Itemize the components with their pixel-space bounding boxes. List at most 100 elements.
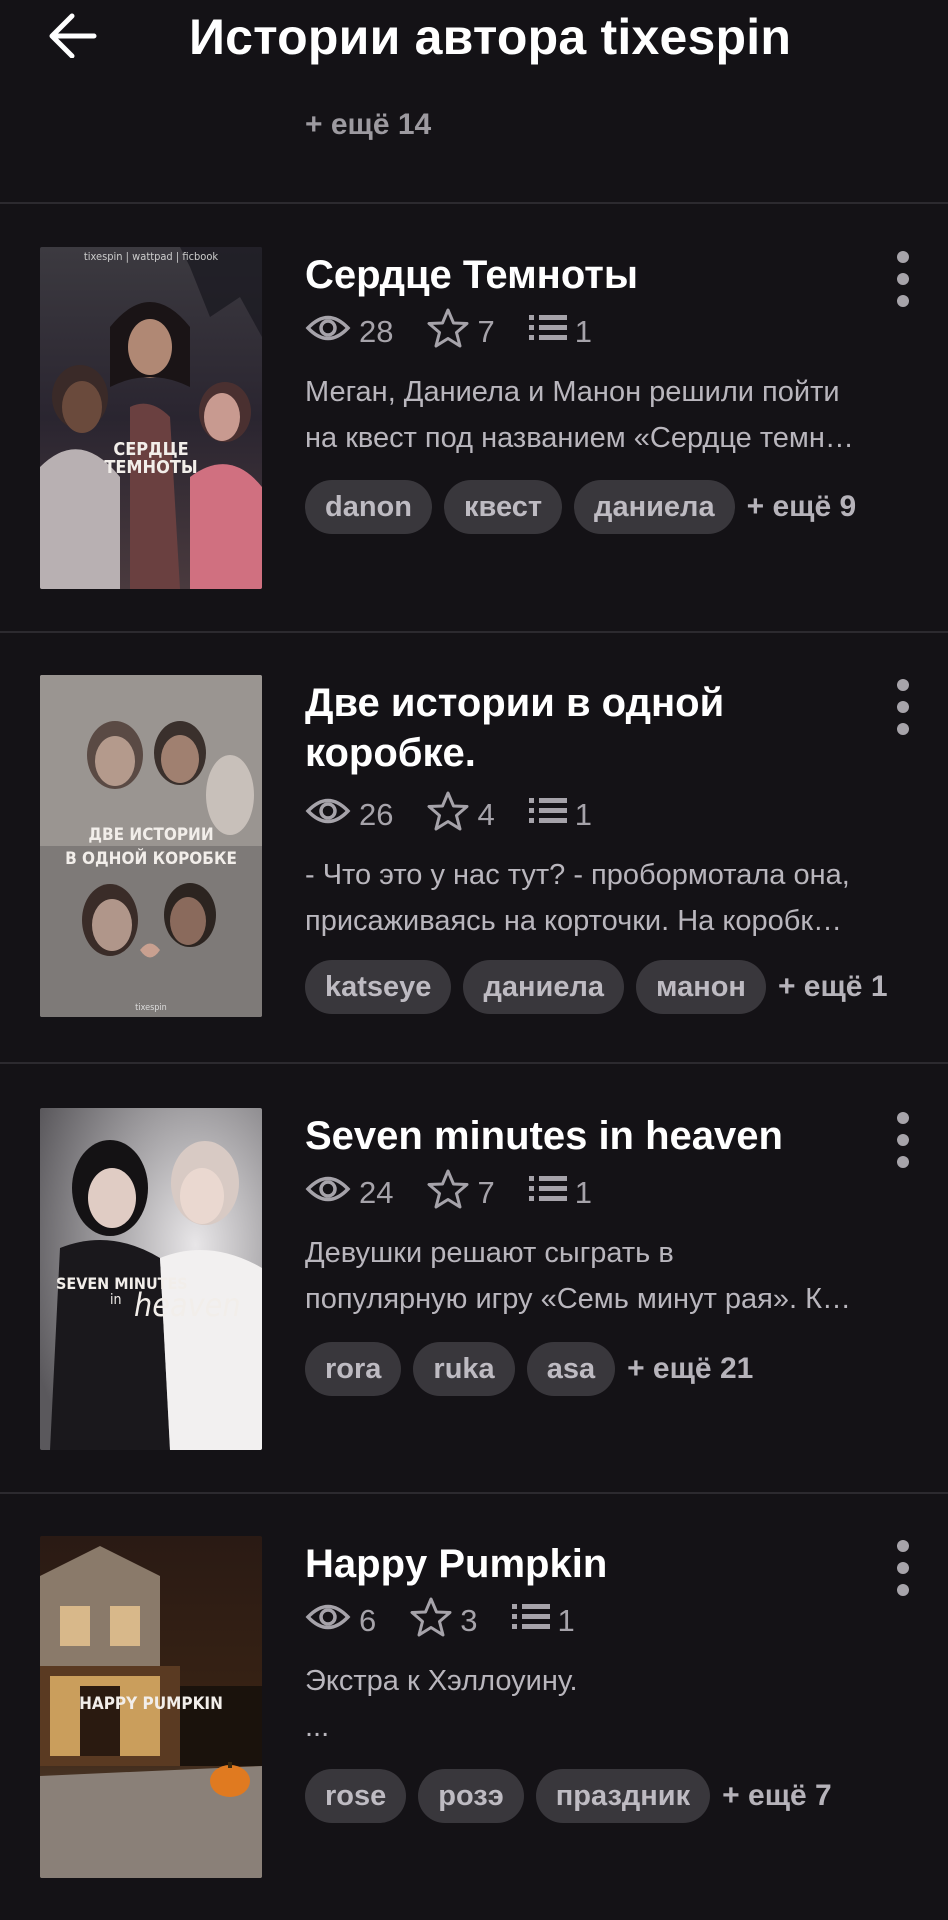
story-stats: 26 4 1 (305, 791, 626, 836)
description-line: Меган, Даниела и Манон решили пойти (305, 376, 840, 408)
tag-chip[interactable]: rora (305, 1342, 402, 1396)
chapters-count: 1 (574, 797, 592, 832)
story-card[interactable]: HAPPY PUMPKIN Happy Pumpkin 6 3 1 Экстра… (0, 1491, 948, 1919)
description-line: присаживаясь на корточки. На коробк… (305, 905, 843, 937)
show-more-link[interactable]: + ещё 14 (305, 108, 431, 142)
menu-dot (897, 1562, 909, 1574)
stars-stat: 4 (427, 791, 495, 839)
tag-chip[interactable]: katseye (305, 960, 452, 1014)
menu-dot (897, 295, 909, 307)
cover-title-text: HAPPY PUMPKIN (79, 1694, 223, 1714)
story-card[interactable]: ДВЕ ИСТОРИИ В ОДНОЙ КОРОБКЕ tixespin Две… (0, 630, 948, 1058)
story-card[interactable]: tixespin | wattpad | ficbook СЕРДЦЕ ТЕМН… (0, 202, 948, 630)
story-stats: 28 7 1 (305, 308, 626, 353)
story-cover-image[interactable]: ДВЕ ИСТОРИИ В ОДНОЙ КОРОБКЕ tixespin (40, 675, 262, 1017)
story-title[interactable]: Сердце Темноты (305, 250, 885, 300)
menu-dot (897, 251, 909, 263)
star-icon (427, 308, 469, 356)
more-tags-link[interactable]: + ещё 7 (722, 1779, 832, 1813)
stars-count: 7 (477, 1175, 495, 1210)
cover-line: ДВЕ ИСТОРИИ (88, 825, 214, 845)
more-tags-link[interactable]: + ещё 21 (627, 1352, 753, 1386)
app-header: Истории автора tixespin (0, 0, 948, 72)
tag-chip[interactable]: квест (444, 480, 563, 534)
tag-list: katseye даниела манон + ещё 1 (305, 960, 888, 1014)
chapters-stat: 1 (528, 796, 592, 834)
tag-chip[interactable]: asa (526, 1342, 616, 1396)
views-stat: 26 (305, 794, 393, 836)
menu-dot (897, 1540, 909, 1552)
cover-line: in (110, 1292, 122, 1308)
menu-dot (897, 273, 909, 285)
star-icon (410, 1597, 452, 1645)
tag-chip[interactable]: праздник (535, 1769, 711, 1823)
list-icon (511, 1602, 550, 1640)
menu-dot (897, 1112, 909, 1124)
page-title: Истории автора tixespin (189, 9, 792, 65)
views-count: 24 (359, 1175, 394, 1210)
story-card[interactable]: SEVEN MINUTES in heaven Seven minutes in… (0, 1063, 948, 1491)
story-description: Меган, Даниела и Манон решили пойти на к… (305, 369, 915, 461)
views-count: 26 (359, 797, 394, 832)
chapters-count: 1 (557, 1603, 575, 1638)
story-title[interactable]: Две истории в одной коробке. (305, 678, 885, 778)
menu-dot (897, 1156, 909, 1168)
story-stats: 24 7 1 (305, 1169, 626, 1214)
story-cover-image[interactable]: SEVEN MINUTES in heaven (40, 1108, 262, 1450)
eye-icon (305, 794, 351, 836)
story-title[interactable]: Seven minutes in heaven (305, 1111, 885, 1161)
more-options-icon[interactable] (888, 1539, 918, 1597)
story-title[interactable]: Happy Pumpkin (305, 1539, 885, 1589)
tag-chip[interactable]: манон (636, 960, 766, 1014)
description-line: Девушки решают сыграть в (305, 1237, 674, 1269)
story-description: - Что это у нас тут? - пробормотала она,… (305, 852, 915, 944)
description-line: ... (305, 1711, 330, 1743)
chapters-count: 1 (574, 1175, 592, 1210)
list-icon (528, 1174, 567, 1212)
list-icon (528, 796, 567, 834)
menu-dot (897, 1584, 909, 1596)
chapters-stat: 1 (528, 313, 592, 351)
description-line: - Что это у нас тут? - пробормотала она, (305, 859, 850, 891)
story-description: Девушки решают сыграть в популярную игру… (305, 1230, 915, 1322)
cover-title-text: ДВЕ ИСТОРИИ В ОДНОЙ КОРОБКЕ (40, 823, 262, 871)
more-options-icon[interactable] (888, 250, 918, 308)
story-cover-image[interactable]: HAPPY PUMPKIN (40, 1536, 262, 1878)
back-arrow-icon[interactable] (44, 10, 100, 59)
views-stat: 28 (305, 311, 393, 353)
tag-chip[interactable]: даниела (463, 960, 624, 1014)
eye-icon (305, 1172, 351, 1214)
cover-line: В ОДНОЙ КОРОБКЕ (65, 849, 237, 869)
tag-list: danon квест даниела + ещё 9 (305, 480, 856, 534)
stars-count: 3 (460, 1603, 478, 1638)
list-icon (528, 313, 567, 351)
story-cover-image[interactable]: tixespin | wattpad | ficbook СЕРДЦЕ ТЕМН… (40, 247, 262, 589)
description-line: на квест под названием «Сердце темн… (305, 422, 854, 454)
more-options-icon[interactable] (888, 678, 918, 736)
cover-top-text: tixespin | wattpad | ficbook (83, 250, 219, 263)
cover-line: ТЕМНОТЫ (104, 457, 198, 478)
cover-line: heaven (134, 1286, 241, 1324)
story-description: Экстра к Хэллоуину. ... (305, 1658, 915, 1750)
more-tags-link[interactable]: + ещё 9 (747, 490, 857, 524)
tag-chip[interactable]: danon (305, 480, 432, 534)
more-options-icon[interactable] (888, 1111, 918, 1169)
tag-chip[interactable]: даниела (574, 480, 735, 534)
cover-title-text: СЕРДЦЕ ТЕМНОТЫ (40, 441, 262, 477)
tag-list: rose розэ праздник + ещё 7 (305, 1769, 832, 1823)
more-tags-link[interactable]: + ещё 1 (778, 970, 888, 1004)
chapters-stat: 1 (528, 1174, 592, 1212)
views-stat: 6 (305, 1600, 376, 1642)
tag-chip[interactable]: розэ (418, 1769, 524, 1823)
views-count: 6 (359, 1603, 377, 1638)
stars-count: 7 (477, 314, 495, 349)
star-icon (427, 791, 469, 839)
tag-chip[interactable]: ruka (413, 1342, 515, 1396)
chapters-count: 1 (574, 314, 592, 349)
views-count: 28 (359, 314, 394, 349)
eye-icon (305, 1600, 351, 1642)
description-line: популярную игру «Семь минут рая». К… (305, 1283, 852, 1315)
tag-chip[interactable]: rose (305, 1769, 407, 1823)
menu-dot (897, 701, 909, 713)
eye-icon (305, 311, 351, 353)
